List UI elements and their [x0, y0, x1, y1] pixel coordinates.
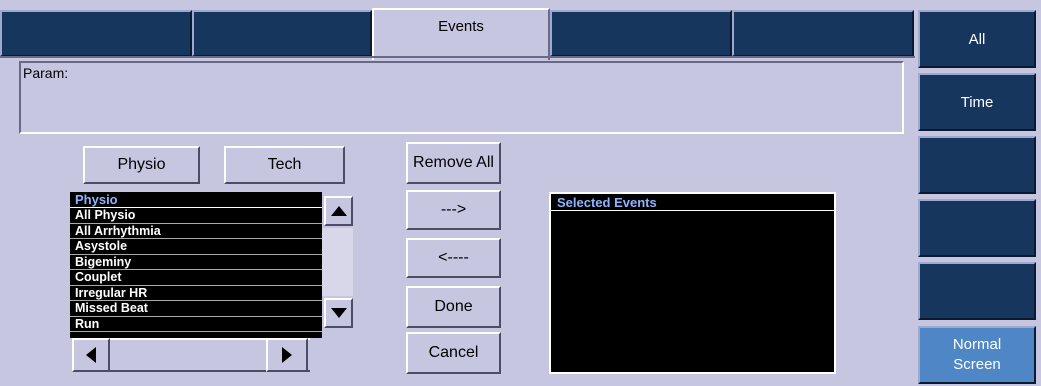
tab-1[interactable] [0, 10, 192, 56]
selected-events-header: Selected Events [551, 194, 834, 211]
list-item[interactable]: All Arrhythmia [70, 224, 322, 239]
scroll-down-button[interactable] [324, 298, 353, 328]
tab-baseline [0, 56, 915, 58]
list-item[interactable]: Run [70, 317, 322, 332]
normal-screen-label-line2: Screen [953, 356, 1001, 373]
cancel-button[interactable]: Cancel [406, 332, 501, 374]
triangle-right-icon [282, 347, 292, 363]
list-item[interactable]: All Physio [70, 208, 322, 224]
tab-4[interactable] [550, 10, 732, 56]
param-label: Param: [23, 65, 69, 81]
side-button-3[interactable] [918, 136, 1036, 194]
side-button-5[interactable] [918, 262, 1036, 320]
triangle-down-icon [330, 308, 347, 318]
event-list-horizontal-scrollbar[interactable] [70, 338, 353, 372]
list-item[interactable]: Asystole [70, 239, 322, 255]
selected-events-listbox[interactable]: Selected Events [549, 192, 836, 374]
remove-all-button[interactable]: Remove All [406, 142, 501, 184]
scroll-up-button[interactable] [324, 196, 353, 226]
side-button-4[interactable] [918, 199, 1036, 257]
done-button[interactable]: Done [406, 286, 501, 328]
scroll-right-button[interactable] [266, 338, 308, 372]
list-item[interactable]: Irregular HR [70, 286, 322, 301]
triangle-up-icon [330, 206, 347, 216]
param-field[interactable]: Param: [19, 61, 904, 134]
triangle-left-icon [86, 347, 96, 363]
normal-screen-button[interactable]: Normal Screen [918, 326, 1036, 384]
event-list-header: Physio [70, 192, 322, 208]
list-item[interactable]: Bigeminy [70, 255, 322, 270]
event-listbox[interactable]: Physio All Physio All Arrhythmia Asystol… [70, 192, 322, 342]
tab-5[interactable] [732, 10, 914, 56]
time-button[interactable]: Time [918, 73, 1036, 131]
all-button[interactable]: All [918, 10, 1036, 68]
remove-event-button[interactable]: <---- [406, 238, 501, 278]
normal-screen-label-line1: Normal [952, 336, 1002, 353]
tech-button[interactable]: Tech [224, 146, 345, 184]
scroll-left-button[interactable] [72, 338, 110, 372]
event-list-vertical-scrollbar[interactable] [322, 192, 353, 338]
tab-events[interactable]: Events [372, 8, 550, 60]
list-item[interactable]: Missed Beat [70, 301, 322, 317]
list-item[interactable]: Couplet [70, 270, 322, 286]
tab-2[interactable] [192, 10, 372, 56]
physio-button[interactable]: Physio [83, 146, 200, 184]
vertical-scroll-track[interactable] [322, 228, 353, 296]
add-event-button[interactable]: ---> [406, 190, 501, 230]
